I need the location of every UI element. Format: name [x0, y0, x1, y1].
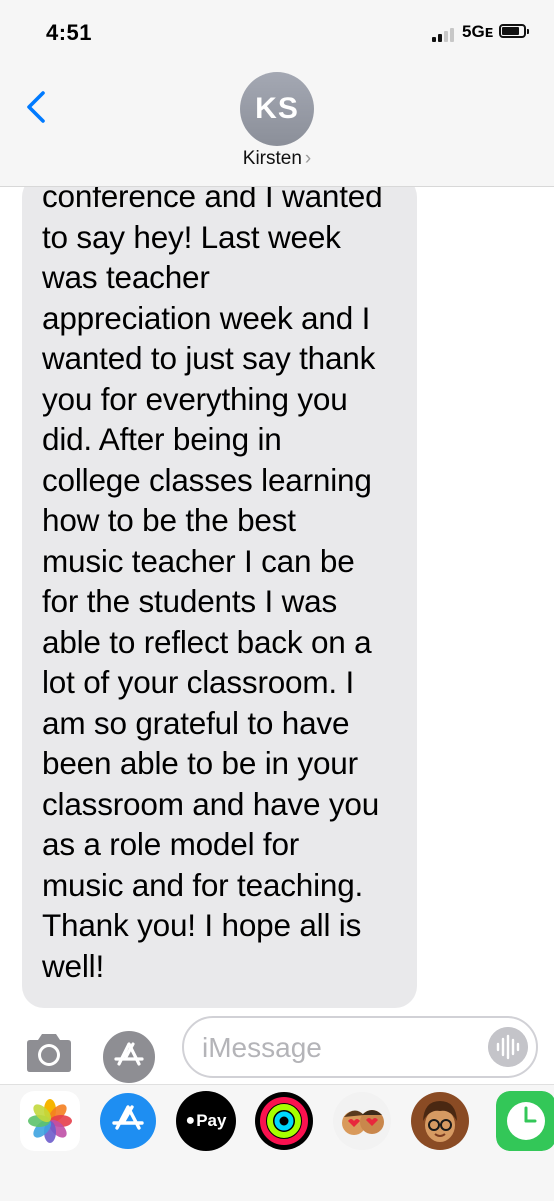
- contact-name: Kirsten: [242, 148, 302, 169]
- contact-name-button[interactable]: Kirsten ›: [0, 148, 554, 170]
- conversation-header: KS Kirsten ›: [0, 60, 554, 187]
- back-chevron-icon[interactable]: [24, 90, 48, 124]
- camera-icon[interactable]: [23, 1031, 75, 1075]
- status-bar: 4:51 5Gᴇ: [0, 0, 554, 60]
- apple-pay-label: Pay: [196, 1111, 227, 1130]
- status-time: 4:51: [46, 20, 93, 45]
- cellular-signal-icon: [432, 26, 458, 42]
- contact-avatar[interactable]: KS: [240, 72, 314, 146]
- photos-icon[interactable]: [20, 1091, 80, 1151]
- avatar-initials: KS: [255, 92, 299, 125]
- memoji-icon[interactable]: [410, 1091, 470, 1151]
- incoming-message-bubble[interactable]: conference and I wanted to say hey! Last…: [22, 187, 417, 1008]
- app-store-button-icon[interactable]: [102, 1030, 156, 1084]
- battery-icon: [499, 24, 526, 38]
- apple-pay-icon[interactable]: ● Pay: [176, 1091, 236, 1151]
- audio-waveform-icon[interactable]: [488, 1027, 528, 1067]
- message-text: conference and I wanted to say hey! Last…: [42, 187, 383, 984]
- compose-bar: iMessage: [0, 1010, 554, 1084]
- clock-icon[interactable]: [496, 1091, 554, 1151]
- message-thread[interactable]: conference and I wanted to say hey! Last…: [0, 187, 554, 1010]
- imessage-placeholder: iMessage: [202, 1032, 322, 1063]
- network-type: 5Gᴇ: [462, 22, 494, 41]
- apple-logo-icon: ●: [185, 1112, 196, 1129]
- battery-level: [502, 27, 519, 35]
- chevron-right-icon: ›: [304, 148, 312, 169]
- imessage-input[interactable]: iMessage: [182, 1016, 538, 1078]
- app-store-icon[interactable]: [98, 1091, 158, 1151]
- app-drawer: ● Pay: [0, 1084, 554, 1201]
- activity-rings-icon[interactable]: [254, 1091, 314, 1151]
- battery-cap: [527, 29, 529, 34]
- memoji-stickers-icon[interactable]: [332, 1091, 392, 1151]
